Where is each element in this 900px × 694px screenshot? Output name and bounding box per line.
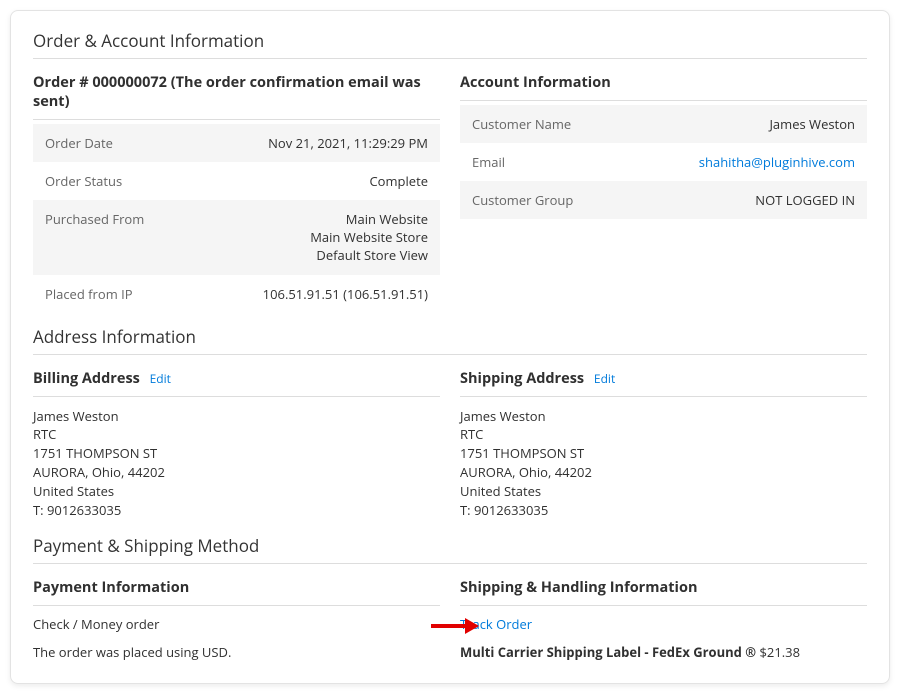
shipping-handling-col: Shipping & Handling Information Track Or… <box>460 572 867 668</box>
purchased-line: Main Website Store <box>310 228 428 246</box>
payment-info-title: Payment Information <box>33 572 440 606</box>
placed-ip-value: 106.51.91.51 (106.51.91.51) <box>204 275 440 313</box>
order-number-title: Order # 000000072 (The order confirmatio… <box>33 67 440 120</box>
order-status-value: Complete <box>204 162 440 200</box>
shipping-handling-title: Shipping & Handling Information <box>460 572 867 606</box>
billing-address-label: Billing Address <box>33 369 140 388</box>
order-date-value: Nov 21, 2021, 11:29:29 PM <box>204 124 440 162</box>
table-row: Customer Group NOT LOGGED IN <box>460 181 867 219</box>
table-row: Order Date Nov 21, 2021, 11:29:29 PM <box>33 124 440 162</box>
shipping-amount: $21.38 <box>759 643 800 661</box>
edit-billing-link[interactable]: Edit <box>150 370 171 387</box>
billing-address-title: Billing Address Edit <box>33 363 440 397</box>
shipping-address-label: Shipping Address <box>460 369 584 388</box>
addr-phone: T: 9012633035 <box>460 501 548 519</box>
customer-group-label: Customer Group <box>460 181 631 219</box>
addr-city: AURORA, Ohio, 44202 <box>460 463 592 481</box>
billing-address-block: James Weston RTC 1751 THOMPSON ST AURORA… <box>33 401 440 530</box>
addr-street: 1751 THOMPSON ST <box>460 444 584 462</box>
payment-note: The order was placed using USD. <box>33 638 440 667</box>
customer-name-value: James Weston <box>631 105 867 143</box>
order-info-col: Order # 000000072 (The order confirmatio… <box>33 67 440 313</box>
billing-address-col: Billing Address Edit James Weston RTC 17… <box>33 363 440 530</box>
addr-country: United States <box>460 482 541 500</box>
customer-name-label: Customer Name <box>460 105 631 143</box>
order-account-heading: Order & Account Information <box>33 29 867 59</box>
account-info-table: Customer Name James Weston Email shahith… <box>460 105 867 219</box>
payment-info-col: Payment Information Check / Money order … <box>33 572 440 668</box>
addr-name: James Weston <box>33 407 119 425</box>
order-status-label: Order Status <box>33 162 204 200</box>
shipping-address-title: Shipping Address Edit <box>460 363 867 397</box>
account-info-title: Account Information <box>460 67 867 101</box>
customer-group-value: NOT LOGGED IN <box>631 181 867 219</box>
addr-company: RTC <box>460 425 483 443</box>
table-row: Customer Name James Weston <box>460 105 867 143</box>
addr-street: 1751 THOMPSON ST <box>33 444 157 462</box>
addr-country: United States <box>33 482 114 500</box>
table-row: Placed from IP 106.51.91.51 (106.51.91.5… <box>33 275 440 313</box>
addr-city: AURORA, Ohio, 44202 <box>33 463 165 481</box>
table-row: Purchased From Main Website Main Website… <box>33 200 440 275</box>
account-info-col: Account Information Customer Name James … <box>460 67 867 313</box>
shipping-label-text: Multi Carrier Shipping Label - FedEx Gro… <box>460 643 759 661</box>
purchased-from-label: Purchased From <box>33 200 204 275</box>
purchased-line: Default Store View <box>316 246 428 264</box>
payment-method: Check / Money order <box>33 610 440 639</box>
edit-shipping-link[interactable]: Edit <box>594 370 615 387</box>
placed-ip-label: Placed from IP <box>33 275 204 313</box>
shipping-label-line: Multi Carrier Shipping Label - FedEx Gro… <box>460 638 867 667</box>
addr-company: RTC <box>33 425 56 443</box>
address-info-heading: Address Information <box>33 325 867 355</box>
order-info-table: Order Date Nov 21, 2021, 11:29:29 PM Ord… <box>33 124 440 313</box>
customer-email-label: Email <box>460 143 631 181</box>
addr-name: James Weston <box>460 407 546 425</box>
shipping-address-block: James Weston RTC 1751 THOMPSON ST AURORA… <box>460 401 867 530</box>
track-order-link[interactable]: Track Order <box>460 615 532 633</box>
order-date-label: Order Date <box>33 124 204 162</box>
purchased-from-value: Main Website Main Website Store Default … <box>204 200 440 275</box>
table-row: Order Status Complete <box>33 162 440 200</box>
purchased-line: Main Website <box>346 210 428 228</box>
customer-email-link[interactable]: shahitha@pluginhive.com <box>699 153 855 171</box>
table-row: Email shahitha@pluginhive.com <box>460 143 867 181</box>
shipping-address-col: Shipping Address Edit James Weston RTC 1… <box>460 363 867 530</box>
payment-shipping-heading: Payment & Shipping Method <box>33 534 867 564</box>
addr-phone: T: 9012633035 <box>33 501 121 519</box>
order-view-card: Order & Account Information Order # 0000… <box>10 10 890 684</box>
